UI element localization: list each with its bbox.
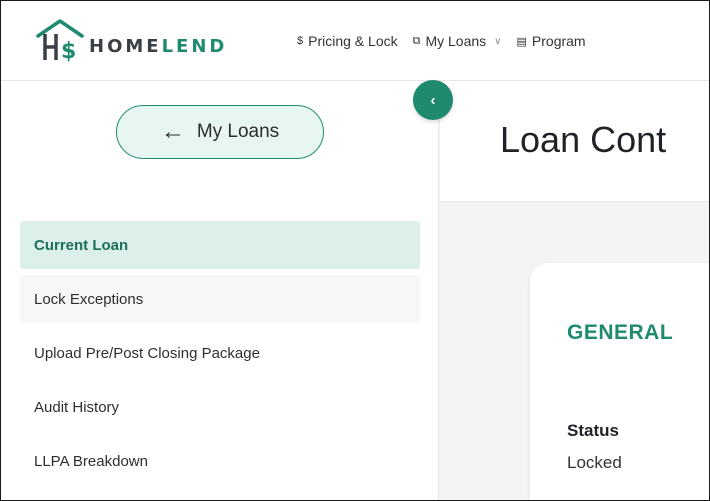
main-header: Loan Cont [440, 81, 709, 202]
nav-my-loans-label: My Loans [425, 33, 487, 49]
brand-name-lend: LEND [161, 35, 228, 57]
nav-my-loans[interactable]: ⧉ My Loans ∨ [413, 33, 502, 49]
brand-name: HOMELEND [89, 36, 227, 57]
app-window: $ HOMELEND $ Pricing & Lock ⧉ My Loans ∨… [0, 0, 710, 501]
sidebar-item-upload-package[interactable]: Upload Pre/Post Closing Package [20, 329, 420, 377]
general-card: GENERAL Status Locked [530, 263, 709, 500]
sidebar-item-current-loan[interactable]: Current Loan [20, 221, 420, 269]
nav-pricing-lock[interactable]: $ Pricing & Lock [297, 33, 398, 49]
primary-nav: $ Pricing & Lock ⧉ My Loans ∨ ▤ Program [297, 33, 601, 49]
document-icon: ▤ [516, 35, 527, 48]
loans-icon: ⧉ [412, 34, 421, 47]
nav-program-label: Program [531, 33, 586, 49]
sidebar: ← My Loans Current Loan Lock Exceptions … [1, 81, 439, 500]
sidebar-item-lock-exceptions[interactable]: Lock Exceptions [20, 275, 420, 323]
house-logo-icon: $ [36, 19, 84, 62]
card-heading: GENERAL [567, 321, 674, 344]
arrow-left-icon: ← [160, 118, 185, 145]
top-navbar: $ HOMELEND $ Pricing & Lock ⧉ My Loans ∨… [1, 1, 709, 81]
sidebar-collapse-button[interactable]: ‹ [413, 80, 453, 120]
sidebar-item-label: Lock Exceptions [34, 290, 144, 308]
status-label: Status [567, 421, 619, 440]
sidebar-item-llpa-breakdown[interactable]: LLPA Breakdown [20, 437, 420, 485]
nav-program[interactable]: ▤ Program [517, 33, 586, 49]
nav-pricing-lock-label: Pricing & Lock [308, 33, 398, 49]
status-value: Locked [567, 453, 622, 472]
sidebar-item-label: Current Loan [34, 236, 129, 254]
dollar-icon: $ [297, 35, 304, 47]
sidebar-item-label: Audit History [34, 398, 120, 416]
page-title: Loan Cont [500, 119, 667, 160]
sidebar-item-audit-history[interactable]: Audit History [20, 383, 420, 431]
brand-logo[interactable]: $ HOMELEND [35, 18, 227, 62]
sidebar-item-label: LLPA Breakdown [34, 452, 148, 470]
svg-text:$: $ [61, 39, 76, 62]
sidebar-item-label: Upload Pre/Post Closing Package [34, 344, 260, 362]
chevron-down-icon: ∨ [494, 35, 502, 47]
chevron-left-icon: ‹ [430, 91, 436, 109]
sidebar-menu: Current Loan Lock Exceptions Upload Pre/… [20, 221, 420, 491]
back-button-label: My Loans [196, 121, 280, 142]
brand-name-home: HOME [89, 35, 162, 57]
back-to-my-loans-button[interactable]: ← My Loans [116, 105, 324, 159]
